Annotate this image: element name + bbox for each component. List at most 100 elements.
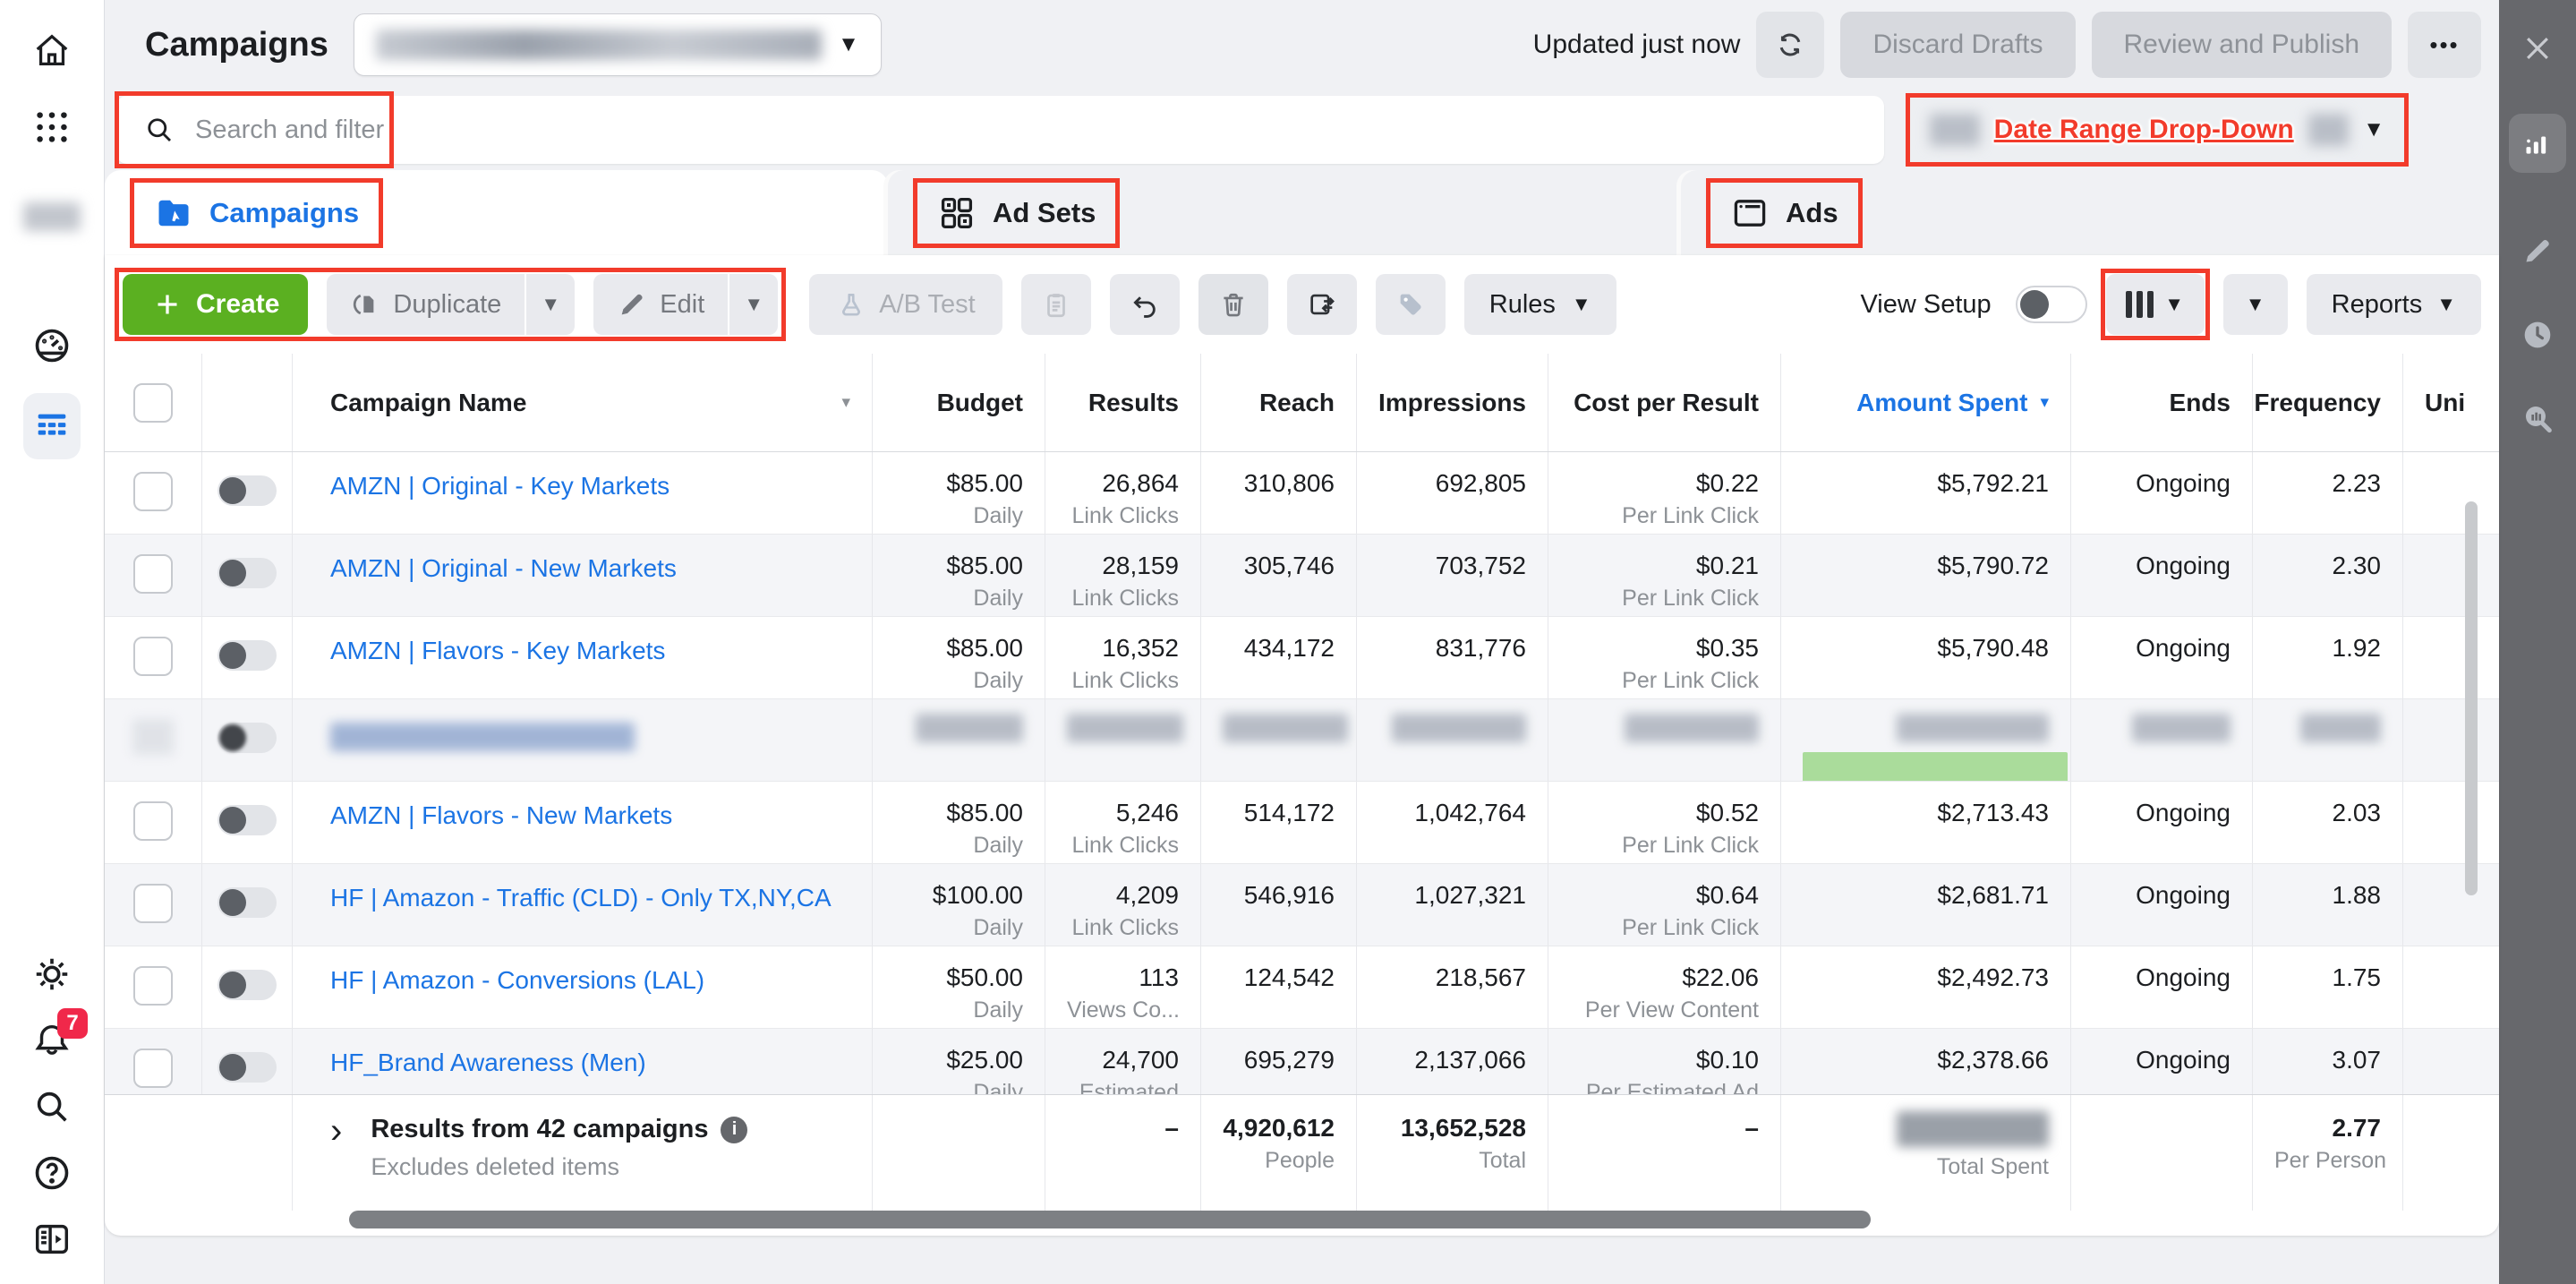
settings-gear-icon[interactable] [23, 946, 81, 1003]
columns-icon [2126, 291, 2154, 318]
edit-pencil-icon[interactable] [2509, 222, 2566, 279]
ads-manager-gauge-icon[interactable] [23, 317, 81, 374]
delete-button[interactable] [1198, 274, 1268, 335]
column-header-results[interactable]: Results [1045, 354, 1201, 451]
expand-chevron-icon[interactable]: › [330, 1115, 342, 1211]
info-icon[interactable]: i [721, 1117, 747, 1143]
campaign-toggle[interactable] [218, 970, 277, 1000]
campaign-toggle[interactable] [218, 805, 277, 835]
discard-drafts-button[interactable]: Discard Drafts [1840, 12, 2075, 78]
cell-amount_spent [1781, 699, 2071, 781]
duplicate-button[interactable]: Duplicate [327, 274, 525, 335]
analyze-chart-magnifier-icon[interactable] [2509, 390, 2566, 448]
clipboard-button[interactable] [1021, 274, 1091, 335]
row-checkbox[interactable] [133, 966, 173, 1006]
cell-results: 26,864Link Clicks [1045, 452, 1201, 534]
plus-icon [151, 288, 183, 321]
column-header-frequency[interactable]: Frequency [2253, 354, 2403, 451]
row-checkbox[interactable] [133, 1049, 173, 1088]
edit-button[interactable]: Edit [593, 274, 728, 335]
campaign-name-link[interactable]: HF | Amazon - Traffic (CLD) - Only TX,NY… [330, 884, 832, 912]
view-setup-toggle[interactable] [2016, 286, 2087, 323]
campaign-toggle[interactable] [218, 558, 277, 588]
notifications-bell-icon[interactable]: 7 [23, 1012, 81, 1069]
cell-ends: Ongoing [2071, 864, 2253, 946]
redacted-blur [916, 714, 1023, 742]
ads-manager-app: 7 Campaigns ▼ Updated just now Discard [0, 0, 2576, 1284]
apps-grid-icon[interactable] [23, 98, 81, 156]
create-button[interactable]: Create [123, 274, 308, 335]
column-header-ends[interactable]: Ends [2071, 354, 2253, 451]
campaigns-table-icon-active[interactable] [23, 398, 81, 455]
more-options-button[interactable]: ••• [2408, 12, 2481, 78]
refresh-button[interactable] [1756, 12, 1824, 78]
campaign-row: AMZN | Flavors - New Markets$85.00Daily5… [105, 782, 2499, 864]
campaign-row: HF | Amazon - Traffic (CLD) - Only TX,NY… [105, 864, 2499, 946]
row-checkbox[interactable] [133, 472, 173, 511]
cell-cost_per_result: $0.22Per Link Click [1548, 452, 1781, 534]
column-header-budget[interactable]: Budget [873, 354, 1045, 451]
account-name-redacted [376, 30, 822, 60]
column-header-name[interactable]: Campaign Name▾ [293, 354, 873, 451]
campaign-name-link[interactable]: HF_Brand Awareness (Men) [330, 1049, 646, 1076]
row-checkbox[interactable] [133, 554, 173, 594]
tag-button[interactable] [1376, 274, 1446, 335]
redacted-blur [2300, 714, 2381, 742]
column-header-reach[interactable]: Reach [1201, 354, 1357, 451]
row-checkbox[interactable] [133, 637, 173, 676]
columns-dropdown-button[interactable]: ▼ [2106, 274, 2205, 335]
search-input[interactable]: Search and filter [116, 96, 1884, 164]
row-checkbox[interactable] [133, 884, 173, 923]
tab-ads[interactable]: Ads [1681, 170, 2499, 255]
tab-ad-sets[interactable]: Ad Sets [888, 170, 1681, 255]
select-all-checkbox[interactable] [133, 383, 173, 423]
cell-amount_spent: $2,492.73 [1781, 946, 2071, 1028]
chevron-down-icon: ▼ [2363, 117, 2384, 142]
column-header-cost_per_result[interactable]: Cost per Result [1548, 354, 1781, 451]
cell-reach [1201, 699, 1357, 781]
history-clock-icon[interactable] [2509, 306, 2566, 364]
breakdown-dropdown-button[interactable]: ▼ [2223, 274, 2288, 335]
cell-impressions: 1,042,764 [1357, 782, 1548, 863]
campaign-toggle[interactable] [218, 1052, 277, 1083]
column-header-impressions[interactable]: Impressions [1357, 354, 1548, 451]
summary-results: – [1045, 1095, 1201, 1211]
column-header-cb[interactable] [105, 354, 202, 451]
table-header-row: Campaign Name▾BudgetResultsReachImpressi… [105, 354, 2499, 452]
campaign-name-link[interactable]: AMZN | Flavors - New Markets [330, 801, 672, 829]
campaign-toggle[interactable] [218, 723, 277, 753]
campaign-name-link[interactable]: AMZN | Original - New Markets [330, 554, 677, 582]
review-and-publish-button[interactable]: Review and Publish [2092, 12, 2392, 78]
export-button[interactable] [1287, 274, 1357, 335]
campaign-toggle[interactable] [218, 475, 277, 506]
campaign-name-link[interactable]: AMZN | Original - Key Markets [330, 472, 670, 500]
rules-dropdown-button[interactable]: Rules▼ [1464, 274, 1616, 335]
cell-ends: Ongoing [2071, 617, 2253, 698]
campaign-name-link[interactable]: HF | Amazon - Conversions (LAL) [330, 966, 704, 994]
tab-campaigns[interactable]: Campaigns [105, 170, 888, 255]
campaign-toggle[interactable] [218, 887, 277, 918]
campaign-name-link[interactable]: AMZN | Flavors - Key Markets [330, 637, 665, 664]
edit-dropdown-caret[interactable]: ▼ [728, 274, 778, 335]
performance-chart-icon-active[interactable] [2509, 115, 2566, 172]
help-icon[interactable] [23, 1144, 81, 1202]
column-header-amount_spent[interactable]: Amount Spent▾ [1781, 354, 2071, 451]
close-icon[interactable] [2509, 20, 2566, 77]
collapse-panel-icon[interactable] [23, 1211, 81, 1268]
rail-search-icon[interactable] [23, 1078, 81, 1135]
cell-uni [2403, 782, 2499, 863]
summary-impressions: 13,652,528Total [1357, 1095, 1548, 1211]
chevron-down-icon: ▼ [1572, 293, 1591, 316]
vertical-scrollbar-thumb[interactable] [2465, 501, 2478, 895]
ad-account-selector[interactable]: ▼ [354, 13, 882, 76]
cell-cost_per_result: $22.06Per View Content [1548, 946, 1781, 1028]
horizontal-scrollbar-thumb[interactable] [349, 1211, 1871, 1228]
undo-button[interactable] [1110, 274, 1180, 335]
date-range-dropdown[interactable]: Date Range Drop-Down ▼ [1906, 93, 2409, 167]
ab-test-button[interactable]: A/B Test [809, 274, 1002, 335]
campaign-toggle[interactable] [218, 640, 277, 671]
home-icon[interactable] [23, 21, 81, 79]
reports-dropdown-button[interactable]: Reports▼ [2307, 274, 2481, 335]
row-checkbox[interactable] [133, 801, 173, 841]
duplicate-dropdown-caret[interactable]: ▼ [525, 274, 575, 335]
